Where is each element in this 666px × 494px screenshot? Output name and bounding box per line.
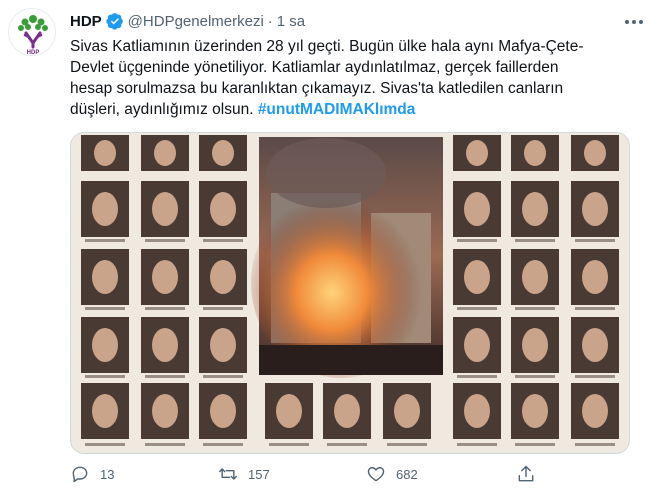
- tweet-text-line: hesap sorulmazsa bu karanlıktan çıkamayı…: [70, 80, 564, 97]
- avatar[interactable]: HDP: [8, 8, 56, 56]
- separator-dot: ·: [267, 12, 273, 30]
- tweet-actions: 13 157 682: [70, 462, 630, 486]
- hdp-logo-icon: HDP: [18, 15, 48, 56]
- logo-text: HDP: [27, 50, 40, 56]
- share-button[interactable]: [516, 462, 546, 486]
- tweet-text: Sivas Katliamının üzerinden 28 yıl geçti…: [70, 36, 630, 120]
- handle[interactable]: @HDPgenelmerkezi: [128, 13, 264, 30]
- tweet-text-line: düşleri, aydınlığımız olsun. #unutMADIMA…: [70, 99, 630, 120]
- reply-count: 13: [100, 466, 115, 482]
- tweet-text-line: Devlet üçgeninde yönetiliyor. Katliamlar…: [70, 59, 559, 76]
- tweet-image[interactable]: [70, 132, 630, 454]
- hashtag-link[interactable]: #unutMADIMAKlımda: [258, 101, 416, 118]
- retweet-count: 157: [248, 466, 270, 482]
- reply-button[interactable]: 13: [70, 462, 114, 486]
- display-name[interactable]: HDP: [70, 13, 102, 30]
- more-options-icon[interactable]: [622, 12, 646, 32]
- timestamp[interactable]: 1 sa: [277, 13, 305, 30]
- retweet-icon: [218, 468, 238, 480]
- tweet-header: HDP @HDPgenelmerkezi · 1 sa: [70, 10, 305, 32]
- tweet-text-fragment: düşleri, aydınlığımız olsun.: [70, 101, 258, 118]
- share-icon: [518, 465, 534, 482]
- retweet-button[interactable]: 157: [218, 462, 270, 486]
- tweet[interactable]: HDP HDP @HDPgenelmerkezi · 1 sa Sivas Ka…: [0, 0, 666, 494]
- like-count: 682: [396, 466, 418, 482]
- heart-icon: [367, 467, 385, 482]
- tweet-text-line: Sivas Katliamının üzerinden 28 yıl geçti…: [70, 38, 584, 55]
- like-button[interactable]: 682: [366, 462, 418, 486]
- reply-icon: [72, 466, 88, 483]
- memorial-collage-image: [71, 133, 629, 453]
- verified-badge-icon: [106, 13, 123, 30]
